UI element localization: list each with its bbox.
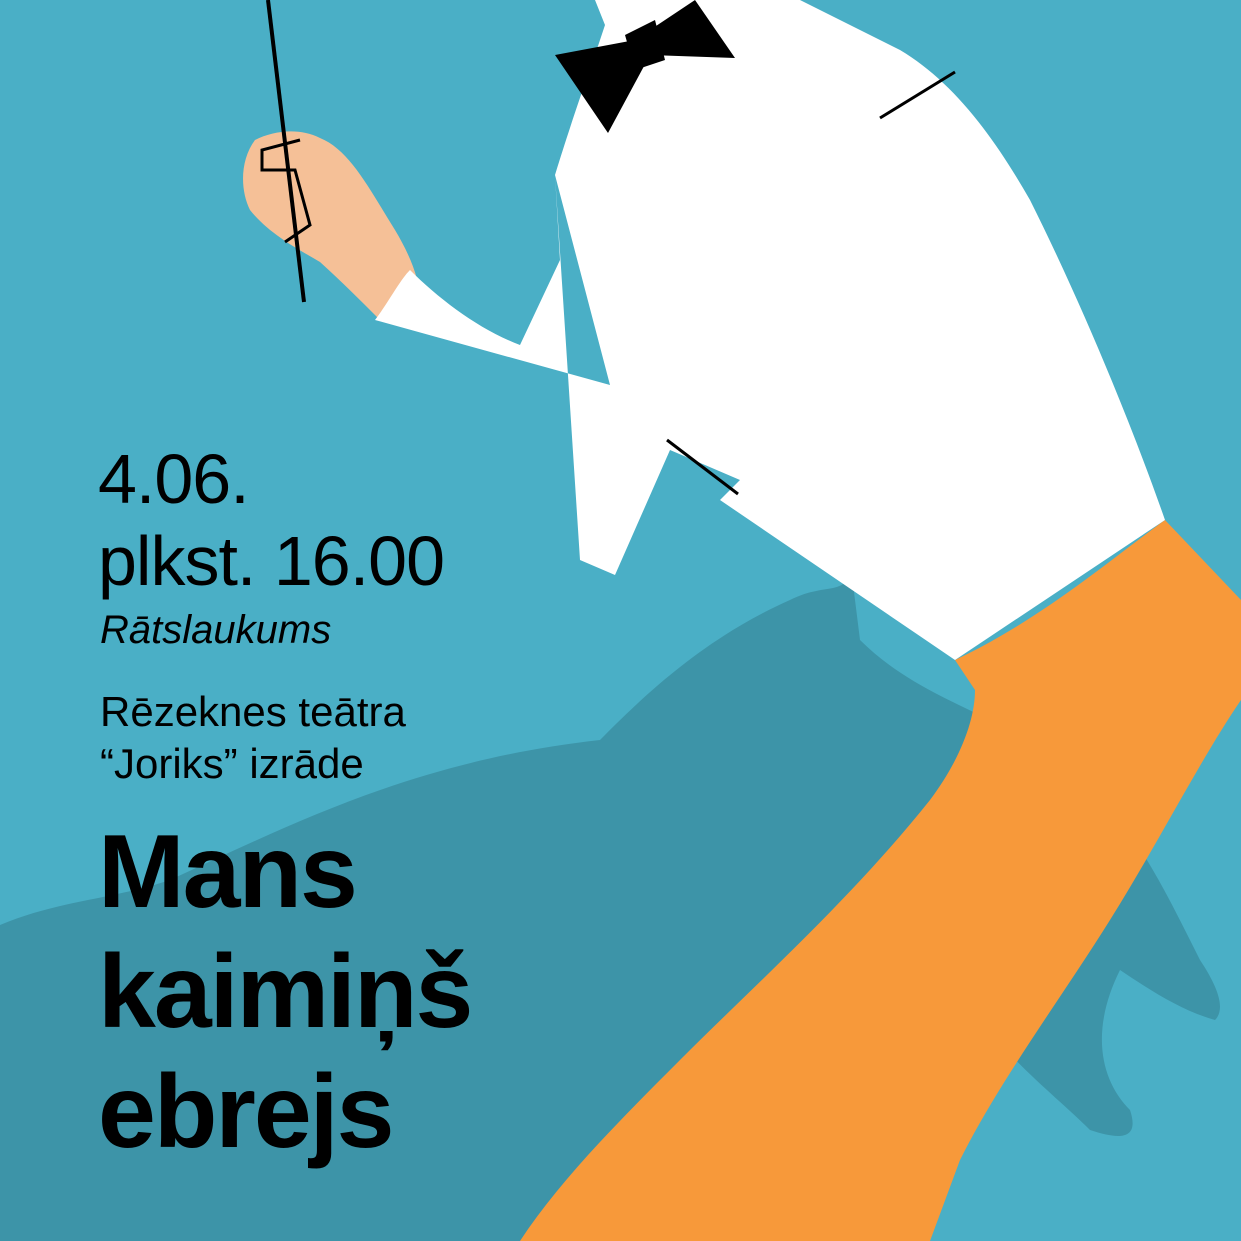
title-line-3: ebrejs — [98, 1054, 394, 1170]
event-subtitle: Rēzeknes teātra “Joriks” izrāde — [100, 686, 406, 790]
subtitle-line-1: Rēzeknes teātra — [100, 688, 406, 735]
hand — [243, 131, 420, 320]
subtitle-line-2: “Joriks” izrāde — [100, 740, 364, 787]
title-line-1: Mans — [98, 814, 358, 930]
event-venue: Rātslaukums — [100, 608, 332, 652]
event-date-time: 4.06. plkst. 16.00 — [98, 438, 445, 602]
event-poster: 4.06. plkst. 16.00 Rātslaukums Rēzeknes … — [0, 0, 1241, 1241]
play-title: Mans kaimiņš ebrejs — [98, 812, 473, 1172]
event-date: 4.06. — [98, 440, 250, 518]
event-time: plkst. 16.00 — [98, 522, 445, 600]
title-line-2: kaimiņš — [98, 934, 473, 1050]
shirt — [375, 0, 1165, 660]
